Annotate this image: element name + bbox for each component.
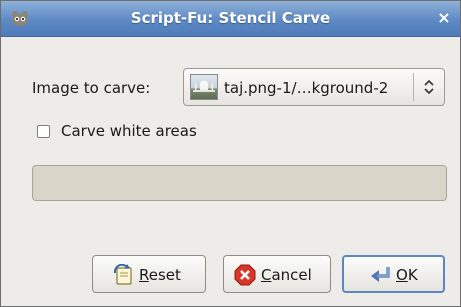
cancel-icon	[234, 264, 256, 286]
reset-button-label: Reset	[139, 266, 181, 284]
reset-mnemonic: R	[139, 266, 149, 284]
ok-return-icon	[371, 267, 390, 282]
window-title: Script-Fu: Stencil Carve	[130, 9, 331, 27]
taj-thumbnail-icon	[193, 80, 215, 92]
ok-button[interactable]: OK	[342, 255, 445, 293]
carve-white-checkbox[interactable]	[37, 125, 50, 138]
dialog-window: Script-Fu: Stencil Carve × Image to carv…	[0, 0, 461, 307]
ok-mnemonic: O	[396, 266, 408, 284]
reset-label-rest: eset	[148, 266, 181, 284]
reset-icon	[113, 264, 132, 285]
progress-bar	[32, 165, 447, 201]
title-bar[interactable]: Script-Fu: Stencil Carve ×	[1, 1, 460, 37]
cancel-mnemonic: C	[261, 266, 272, 284]
image-thumbnail	[190, 74, 218, 100]
up-down-chevron-icon[interactable]	[418, 75, 440, 99]
image-to-carve-label: Image to carve:	[32, 79, 151, 97]
combo-separator	[413, 73, 414, 101]
close-icon[interactable]: ×	[436, 10, 452, 26]
cancel-label-rest: ancel	[271, 266, 312, 284]
cancel-button-label: Cancel	[261, 266, 312, 284]
ok-label-rest: K	[407, 266, 418, 284]
carve-white-label[interactable]: Carve white areas	[61, 122, 197, 140]
image-select-value: taj.png-1/…kground-2	[224, 79, 389, 97]
cancel-button[interactable]: Cancel	[223, 255, 331, 293]
image-select-combo[interactable]: taj.png-1/…kground-2	[183, 68, 445, 106]
ok-button-label: OK	[396, 266, 418, 284]
reset-button[interactable]: Reset	[92, 255, 206, 293]
